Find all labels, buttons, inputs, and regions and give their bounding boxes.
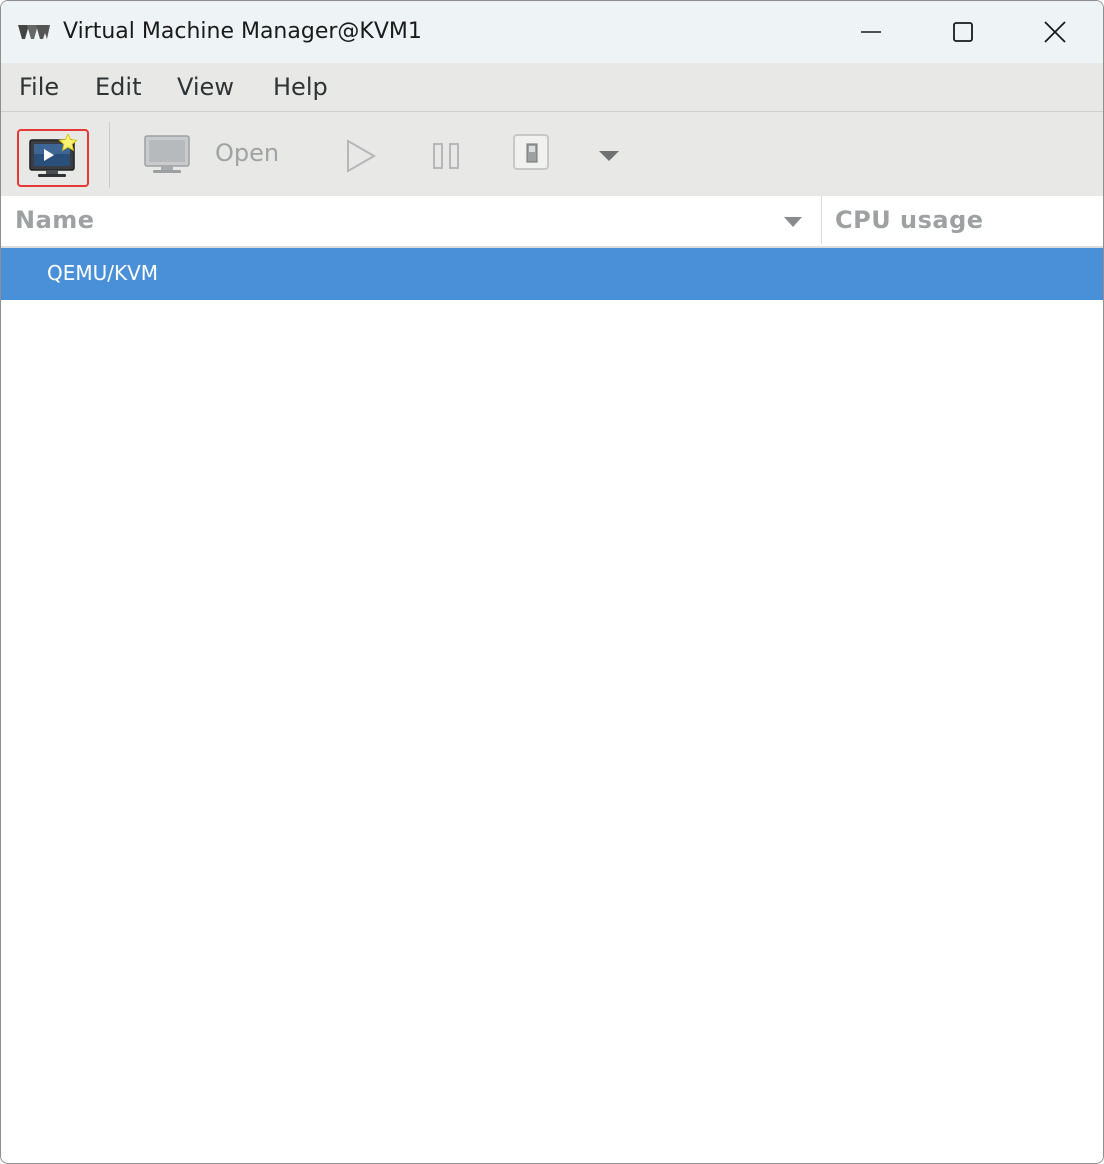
chevron-down-icon[interactable] — [598, 150, 620, 162]
minimize-button[interactable] — [825, 1, 917, 63]
shutdown-button[interactable] — [513, 134, 549, 170]
toolbar-separator — [109, 122, 110, 188]
menu-file[interactable]: File — [19, 73, 59, 101]
virt-manager-logo-icon — [18, 25, 50, 39]
app-window: Virtual Machine Manager@KVM1 File Edit V… — [0, 0, 1104, 1164]
column-name-header[interactable]: Name — [15, 206, 95, 234]
column-divider[interactable] — [821, 196, 822, 244]
menu-bar: File Edit View Help — [1, 63, 1103, 112]
open-button[interactable]: Open — [215, 139, 279, 167]
title-bar: Virtual Machine Manager@KVM1 — [1, 1, 1103, 63]
close-icon — [1044, 21, 1066, 43]
column-cpu-usage-header[interactable]: CPU usage — [835, 206, 984, 234]
minimize-icon — [861, 31, 881, 33]
connection-list: QEMU/KVM — [1, 248, 1103, 1162]
menu-view[interactable]: View — [177, 73, 234, 101]
monitor-icon[interactable] — [144, 135, 190, 175]
close-button[interactable] — [1009, 1, 1101, 63]
menu-help[interactable]: Help — [273, 73, 328, 101]
connection-row[interactable]: QEMU/KVM — [1, 248, 1103, 300]
maximize-icon — [953, 22, 973, 42]
toolbar: Open — [1, 112, 1103, 196]
play-icon[interactable] — [343, 139, 377, 173]
column-header: Name CPU usage — [1, 196, 1103, 248]
new-vm-button[interactable] — [17, 129, 89, 187]
new-vm-icon — [29, 134, 78, 177]
menu-edit[interactable]: Edit — [95, 73, 141, 101]
pause-icon[interactable] — [431, 142, 463, 170]
maximize-button[interactable] — [917, 1, 1009, 63]
connection-name: QEMU/KVM — [47, 261, 159, 285]
shutdown-icon — [526, 143, 538, 163]
sort-arrow-icon[interactable] — [783, 216, 803, 228]
window-title: Virtual Machine Manager@KVM1 — [63, 19, 422, 44]
